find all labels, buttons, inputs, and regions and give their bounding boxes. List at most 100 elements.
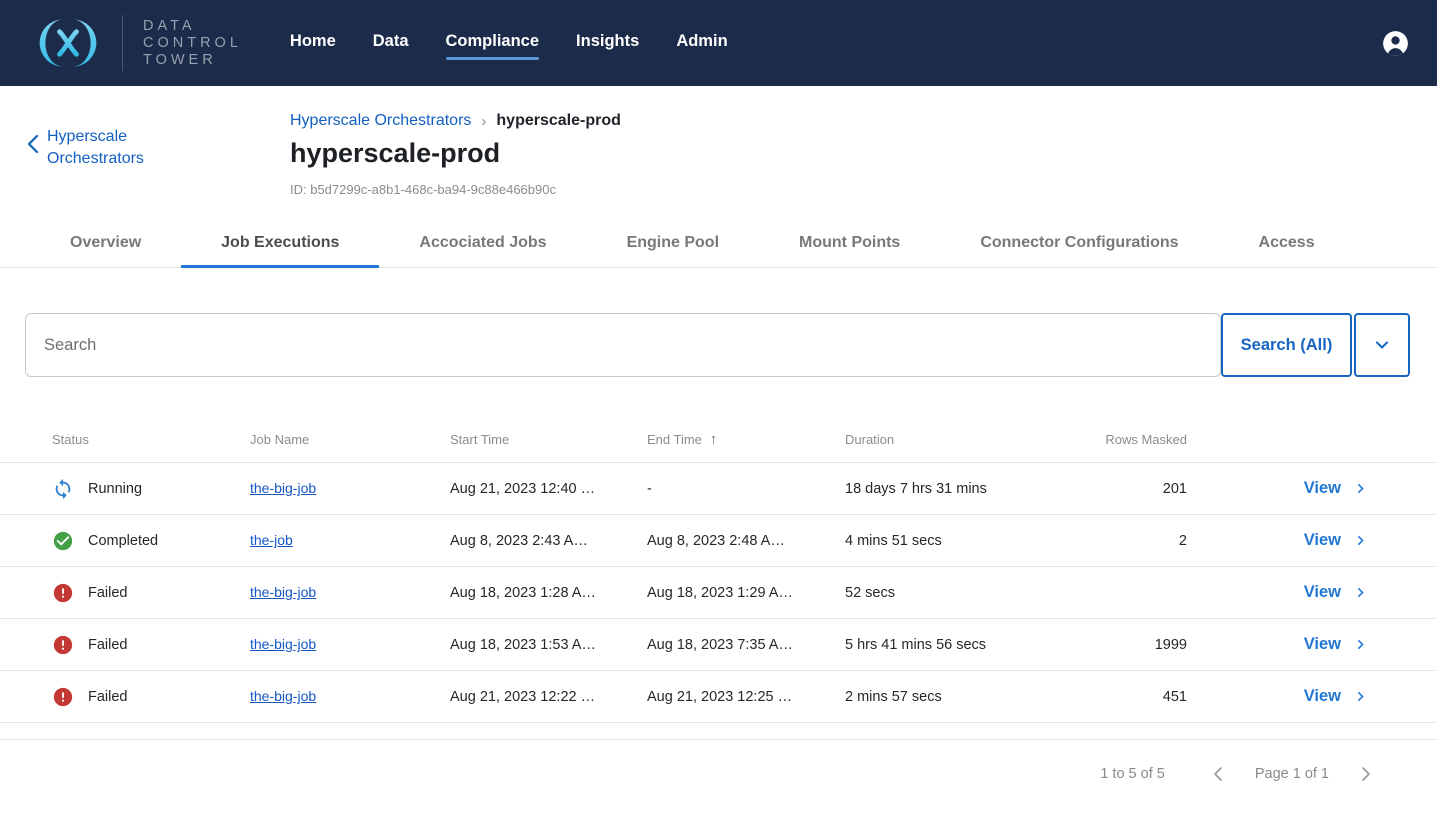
tab[interactable]: Mount Points [759, 221, 940, 267]
previous-page-icon[interactable] [1211, 766, 1225, 782]
view-link[interactable]: View [1187, 583, 1370, 602]
error-circle-icon [52, 582, 74, 604]
tab-label: Connector Configurations [980, 234, 1178, 251]
job-name-link[interactable]: the-big-job [250, 688, 316, 704]
job-name-link[interactable]: the-big-job [250, 480, 316, 496]
start-time-cell: Aug 21, 2023 12:40 … [450, 481, 647, 497]
brand-name: DATA CONTROL TOWER [143, 18, 242, 69]
tab[interactable]: Access [1219, 221, 1355, 267]
nav-item[interactable]: Admin [676, 26, 727, 60]
duration-cell: 4 mins 51 secs [845, 533, 1055, 549]
table-footer-divider [0, 723, 1437, 740]
nav-item-label: Compliance [446, 32, 540, 50]
view-link-label: View [1304, 479, 1341, 498]
nav-item[interactable]: Data [373, 26, 409, 60]
chevron-right-icon [1351, 583, 1370, 602]
table-row: Running the-big-job Aug 21, 2023 12:40 …… [0, 463, 1437, 515]
view-link-label: View [1304, 583, 1341, 602]
column-header-rows-masked: Rows Masked [1055, 432, 1187, 447]
nav-item-label: Home [290, 32, 336, 50]
back-link[interactable]: Hyperscale Orchestrators [26, 126, 165, 170]
status-label: Failed [88, 637, 128, 653]
nav-item[interactable]: Home [290, 26, 336, 60]
tab[interactable]: Connector Configurations [940, 221, 1218, 267]
chevron-right-icon [1351, 635, 1370, 654]
search-scope-dropdown-button[interactable] [1354, 313, 1410, 377]
nav-item-label: Admin [676, 32, 727, 50]
user-avatar-icon[interactable] [1382, 30, 1409, 57]
table-header-row: Status Job Name Start Time End Time ↑ Du… [0, 417, 1437, 463]
view-link-label: View [1304, 687, 1341, 706]
table-row: Completed the-job Aug 8, 2023 2:43 A… Au… [0, 515, 1437, 567]
end-time-cell: Aug 21, 2023 12:25 … [647, 689, 845, 705]
error-circle-icon [52, 634, 74, 656]
duration-cell: 52 secs [845, 585, 1055, 601]
check-circle-icon [52, 530, 74, 552]
rows-masked-cell: 1999 [1055, 637, 1187, 653]
rows-masked-cell: 201 [1055, 481, 1187, 497]
next-page-icon[interactable] [1359, 766, 1373, 782]
sync-running-icon [52, 478, 74, 500]
job-name-link[interactable]: the-big-job [250, 584, 316, 600]
page-header: Hyperscale Orchestrators Hyperscale Orch… [0, 86, 1437, 197]
sort-ascending-icon[interactable]: ↑ [710, 431, 718, 448]
job-table-body: Running the-big-job Aug 21, 2023 12:40 …… [0, 463, 1437, 723]
nav-item-label: Insights [576, 32, 639, 50]
search-input[interactable] [25, 313, 1221, 377]
column-header-job-name: Job Name [250, 432, 450, 447]
delphix-infinity-icon [34, 16, 102, 70]
job-name-link[interactable]: the-big-job [250, 636, 316, 652]
table-row: Failed the-big-job Aug 21, 2023 12:22 … … [0, 671, 1437, 723]
pagination-page: Page 1 of 1 [1255, 766, 1329, 782]
end-time-cell: Aug 18, 2023 1:29 A… [647, 585, 845, 601]
pagination: 1 to 5 of 5 Page 1 of 1 [0, 766, 1437, 782]
view-link-label: View [1304, 635, 1341, 654]
view-link[interactable]: View [1187, 635, 1370, 654]
chevron-down-icon [1372, 335, 1392, 355]
brand-logo[interactable]: DATA CONTROL TOWER [34, 15, 242, 71]
duration-cell: 5 hrs 41 mins 56 secs [845, 637, 1055, 653]
search-all-button[interactable]: Search (All) [1221, 313, 1352, 377]
view-link[interactable]: View [1187, 687, 1370, 706]
main-nav: Home Data Compliance Insights Admin [290, 26, 728, 60]
tab-label: Overview [70, 234, 141, 251]
duration-cell: 2 mins 57 secs [845, 689, 1055, 705]
breadcrumb-separator: › [481, 113, 486, 130]
nav-item[interactable]: Compliance [446, 26, 540, 60]
status-label: Failed [88, 689, 128, 705]
tab[interactable]: Accociated Jobs [379, 221, 586, 267]
column-header-end-time: End Time ↑ [647, 431, 845, 448]
chevron-right-icon [1351, 531, 1370, 550]
status-cell: Failed [52, 634, 250, 656]
job-name-link[interactable]: the-job [250, 532, 293, 548]
page-id: ID: b5d7299c-a8b1-468c-ba94-9c88e466b90c [290, 182, 1437, 197]
start-time-cell: Aug 18, 2023 1:28 A… [450, 585, 647, 601]
tab[interactable]: Engine Pool [587, 221, 759, 267]
tab-label: Accociated Jobs [419, 234, 546, 251]
view-link[interactable]: View [1187, 531, 1370, 550]
status-label: Running [88, 481, 142, 497]
nav-item[interactable]: Insights [576, 26, 639, 60]
nav-item-label: Data [373, 32, 409, 50]
tab-label: Engine Pool [627, 234, 719, 251]
start-time-cell: Aug 18, 2023 1:53 A… [450, 637, 647, 653]
view-link[interactable]: View [1187, 479, 1370, 498]
tab[interactable]: Job Executions [181, 221, 379, 267]
table-row: Failed the-big-job Aug 18, 2023 1:28 A… … [0, 567, 1437, 619]
breadcrumb-parent-link[interactable]: Hyperscale Orchestrators [290, 112, 471, 130]
duration-cell: 18 days 7 hrs 31 mins [845, 481, 1055, 497]
start-time-cell: Aug 21, 2023 12:22 … [450, 689, 647, 705]
start-time-cell: Aug 8, 2023 2:43 A… [450, 533, 647, 549]
table-row: Failed the-big-job Aug 18, 2023 1:53 A… … [0, 619, 1437, 671]
tab-bar: Overview Job Executions Accociated Jobs … [0, 221, 1437, 268]
column-header-start-time: Start Time [450, 432, 647, 447]
search-section: Search (All) [25, 313, 1410, 377]
tab-label: Mount Points [799, 234, 900, 251]
tab-label: Job Executions [221, 234, 339, 251]
status-cell: Completed [52, 530, 250, 552]
tab[interactable]: Overview [30, 221, 181, 267]
status-cell: Failed [52, 582, 250, 604]
chevron-left-icon [26, 134, 39, 154]
logo-divider [122, 15, 123, 71]
back-link-label: Hyperscale Orchestrators [47, 126, 165, 170]
